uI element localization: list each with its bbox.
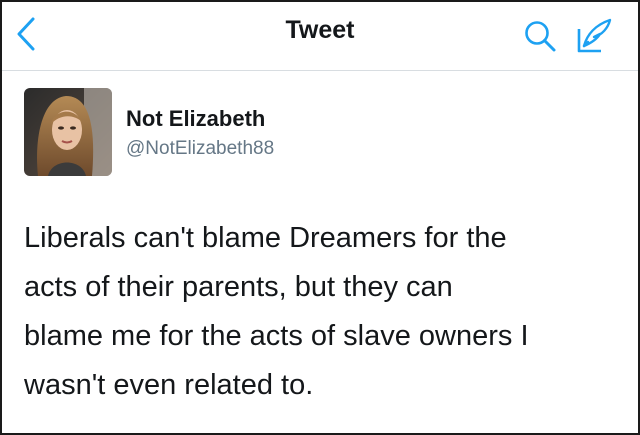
compose-button[interactable] bbox=[572, 14, 616, 58]
tweet-screen: Tweet Not Elizabeth @NotElizabeth88 Libe… bbox=[0, 0, 640, 435]
avatar[interactable] bbox=[24, 88, 112, 176]
search-icon bbox=[525, 21, 556, 52]
author-handle[interactable]: @NotElizabeth88 bbox=[126, 138, 274, 160]
tweet-text: Liberals can't blame Dreamers for the ac… bbox=[24, 222, 529, 401]
navigation-bar: Tweet bbox=[2, 2, 638, 71]
tweet-author: Not Elizabeth @NotElizabeth88 bbox=[24, 88, 624, 180]
search-button[interactable] bbox=[520, 16, 560, 56]
author-name[interactable]: Not Elizabeth bbox=[126, 106, 265, 132]
profile-photo bbox=[24, 88, 112, 176]
compose-icon bbox=[577, 18, 612, 53]
